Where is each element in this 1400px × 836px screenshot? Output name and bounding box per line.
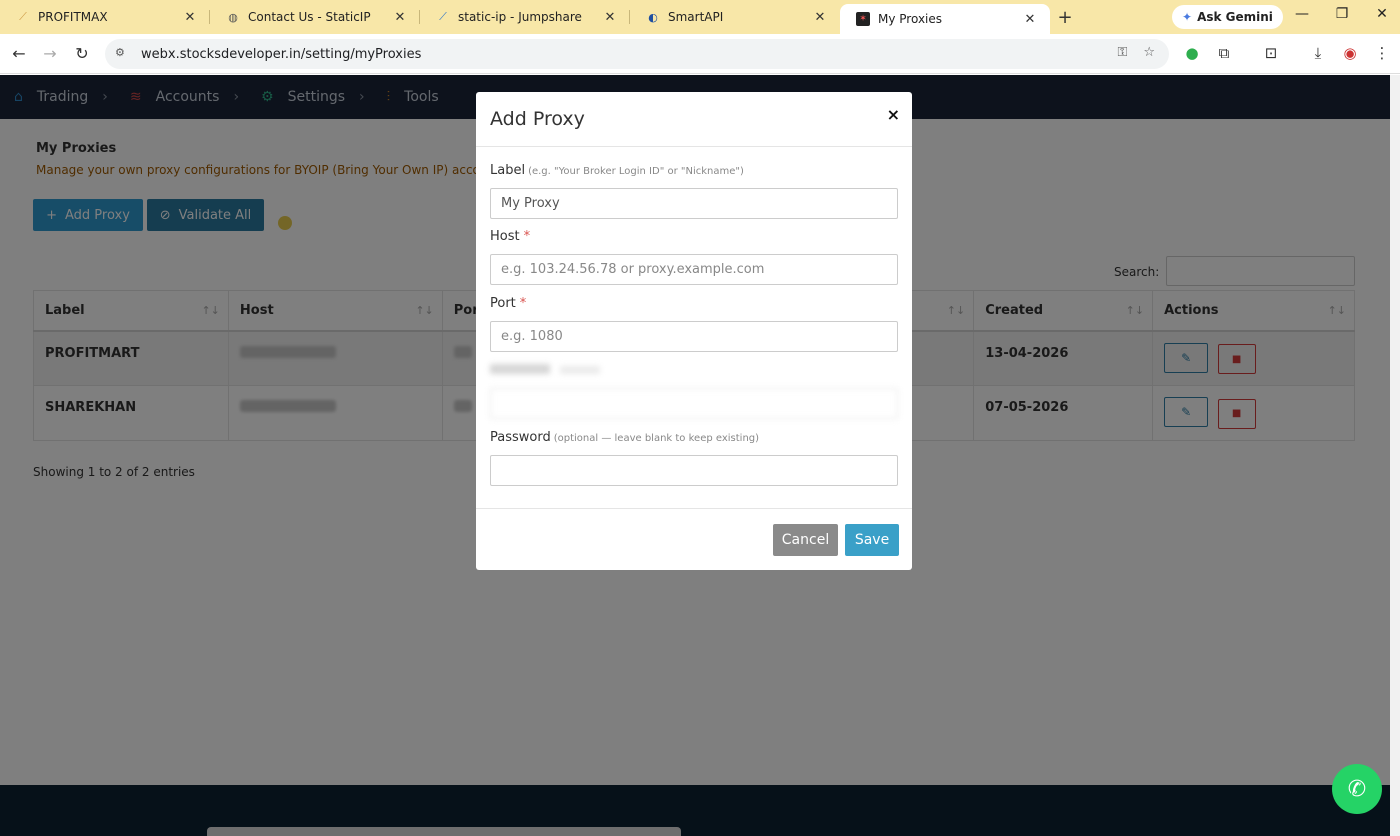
- username-field-group-blurred: [490, 363, 898, 419]
- cancel-button[interactable]: Cancel: [773, 524, 838, 556]
- page-scrollbar[interactable]: [1390, 75, 1400, 836]
- extension-check-icon[interactable]: ●: [1182, 44, 1202, 62]
- tab-jumpshare[interactable]: ⟋ static-ip - Jumpshare ✕: [420, 0, 630, 34]
- password-field-group: Password (optional — leave blank to keep …: [490, 430, 898, 486]
- host-field-group: Host * e.g. 103.24.56.78 or proxy.example…: [490, 229, 898, 285]
- tab-label: Contact Us - StaticIP: [248, 10, 371, 24]
- close-icon[interactable]: ✕: [1022, 12, 1038, 27]
- profitmax-favicon-icon: ⟋: [19, 10, 27, 23]
- close-icon[interactable]: ✕: [812, 10, 828, 25]
- close-icon[interactable]: ✕: [392, 10, 408, 25]
- modal-title: Add Proxy: [490, 108, 585, 130]
- minimize-icon[interactable]: —: [1292, 6, 1312, 22]
- browser-toolbar: ← → ↻ ⚙ webx.stocksdeveloper.in/setting/…: [0, 34, 1400, 74]
- required-marker: *: [523, 229, 531, 244]
- globe-icon: ◍: [228, 10, 238, 24]
- window-close-icon[interactable]: ✕: [1372, 6, 1392, 22]
- bookmark-star-icon[interactable]: ☆: [1143, 45, 1155, 60]
- tab-contact-us[interactable]: ◍ Contact Us - StaticIP ✕: [210, 0, 420, 34]
- download-icon[interactable]: ⤓: [1308, 44, 1328, 62]
- site-info-icon[interactable]: ⚙: [115, 46, 131, 62]
- tab-smartapi[interactable]: ◐ SmartAPI ✕: [630, 0, 840, 34]
- whatsapp-icon: ✆: [1347, 776, 1367, 802]
- tab-label: static-ip - Jumpshare: [458, 10, 582, 24]
- close-icon[interactable]: ✕: [602, 10, 618, 25]
- close-icon[interactable]: ✕: [182, 10, 198, 25]
- ask-gemini-button[interactable]: ✦ Ask Gemini: [1172, 5, 1283, 29]
- gemini-sparkle-icon: ✦: [1182, 10, 1193, 24]
- modal-footer: Cancel Save: [476, 508, 912, 570]
- smartapi-favicon-icon: ◐: [648, 10, 658, 24]
- password-input[interactable]: [490, 455, 898, 486]
- required-marker: *: [519, 296, 527, 311]
- browser-tab-bar: ⟋ PROFITMAX ✕ ◍ Contact Us - StaticIP ✕ …: [0, 0, 1400, 34]
- tab-label: SmartAPI: [668, 10, 724, 24]
- label-field-label: Label (e.g. "Your Broker Login ID" or "Ni…: [490, 163, 744, 178]
- back-arrow-icon[interactable]: ←: [9, 44, 29, 63]
- port-input[interactable]: e.g. 1080: [490, 321, 898, 352]
- stocksdeveloper-favicon-icon: ✶: [856, 12, 870, 26]
- more-vertical-icon[interactable]: ⋮: [1372, 44, 1392, 62]
- tab-label: My Proxies: [878, 12, 943, 26]
- host-field-label: Host *: [490, 229, 531, 244]
- password-field-hint: (optional — leave blank to keep existing…: [553, 433, 760, 444]
- save-button[interactable]: Save: [845, 524, 899, 556]
- tab-my-proxies[interactable]: ✶ My Proxies ✕: [840, 4, 1050, 34]
- new-tab-button[interactable]: +: [1050, 7, 1080, 28]
- url-text: webx.stocksdeveloper.in/setting/myProxie…: [141, 46, 422, 62]
- profile-avatar-icon[interactable]: ◉: [1340, 44, 1360, 62]
- username-input[interactable]: [490, 388, 898, 419]
- username-field-label-blurred: [490, 363, 898, 381]
- tab-label: PROFITMAX: [38, 10, 108, 24]
- gemini-label: Ask Gemini: [1197, 10, 1273, 24]
- add-proxy-modal: Add Proxy × Label (e.g. "Your Broker Logi…: [476, 92, 912, 570]
- password-field-label: Password (optional — leave blank to keep …: [490, 430, 760, 445]
- jumpshare-favicon-icon: ⟋: [439, 10, 447, 23]
- whatsapp-chat-button[interactable]: ✆: [1332, 764, 1382, 814]
- modal-header: Add Proxy ×: [476, 92, 912, 147]
- forward-arrow-icon[interactable]: →: [40, 44, 60, 63]
- port-field-label: Port *: [490, 296, 527, 311]
- password-key-icon[interactable]: ⚿: [1117, 45, 1127, 60]
- reload-icon[interactable]: ↻: [72, 44, 92, 63]
- modal-close-button[interactable]: ×: [887, 105, 900, 124]
- tab-search-icon[interactable]: ⊡: [1261, 44, 1281, 62]
- label-field-group: Label (e.g. "Your Broker Login ID" or "Ni…: [490, 163, 898, 219]
- port-field-group: Port * e.g. 1080: [490, 296, 898, 352]
- label-input[interactable]: My Proxy: [490, 188, 898, 219]
- host-input[interactable]: e.g. 103.24.56.78 or proxy.example.com: [490, 254, 898, 285]
- address-bar[interactable]: ⚙ webx.stocksdeveloper.in/setting/myProx…: [105, 39, 1169, 69]
- restore-icon[interactable]: ❐: [1332, 6, 1352, 22]
- label-field-hint: (e.g. "Your Broker Login ID" or "Nicknam…: [528, 166, 744, 177]
- tab-profitmax[interactable]: ⟋ PROFITMAX ✕: [0, 0, 210, 34]
- extensions-puzzle-icon[interactable]: ⧉: [1214, 44, 1234, 62]
